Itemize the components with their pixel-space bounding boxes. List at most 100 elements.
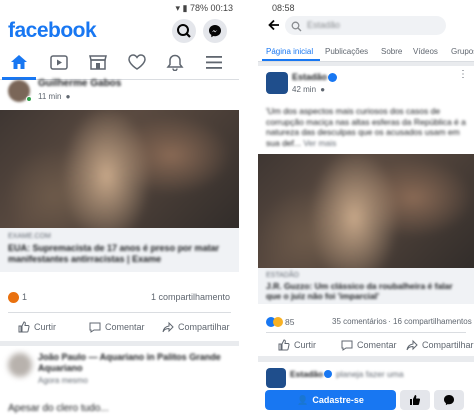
add-user-icon: 👤 [297, 394, 309, 405]
link-source: ESTADÃO [266, 272, 299, 279]
post2-page-name[interactable]: Estadão [290, 369, 323, 379]
battery-and-time: 78% 00:13 [189, 3, 233, 13]
search-field[interactable]: Estadão [285, 16, 446, 35]
link-title: EUA: Supremacista de 17 anos é preso por… [8, 243, 220, 264]
left-nav-bar [0, 46, 239, 80]
post-link-image[interactable] [258, 154, 474, 268]
verified-badge-icon [324, 370, 332, 378]
comment-button[interactable]: Comentar [89, 321, 145, 333]
tab-videos[interactable]: Vídeos [413, 47, 438, 56]
share-button[interactable]: Compartilhar [162, 321, 230, 333]
messenger-icon[interactable] [203, 19, 227, 43]
tab-home[interactable]: Página inicial [266, 47, 313, 56]
link-preview-box[interactable]: ESTADÃO J.R. Guzzo: Um clássico da rouba… [258, 268, 474, 304]
post2-author[interactable]: João Paulo — Aquariano in Palitos Grande… [38, 352, 228, 374]
comment-bubble-icon [89, 322, 101, 333]
right-phone-screen: 08:58 Estadão Página inicial Publicações… [258, 0, 474, 415]
post-link-image-blur [0, 110, 239, 228]
facebook-logo: facebook [8, 19, 97, 42]
left-phone-screen: ▾ ▮ 78% 00:13 facebook Guilherme Gabos 1… [0, 0, 239, 415]
right-search-header: Estadão [258, 16, 474, 37]
post-link-image[interactable] [0, 110, 239, 228]
tab-groups[interactable]: Grupos [451, 47, 474, 56]
page-avatar[interactable] [266, 368, 286, 388]
signup-button[interactable]: 👤 Cadastre-se [265, 390, 396, 410]
status-time: 08:58 [272, 3, 295, 13]
dating-heart-icon[interactable] [128, 54, 146, 75]
page-post: Estadão ⋮ 42 min ● 'Um dos aspectos mais… [258, 66, 474, 356]
share-count[interactable]: 1 compartilhamento [151, 292, 230, 302]
share-arrow-icon [406, 339, 418, 351]
wifi-icon: ▾ [175, 3, 180, 13]
notifications-bell-icon[interactable] [166, 54, 184, 76]
back-arrow-icon[interactable] [267, 18, 281, 37]
page-post-2: Estadão planeja fazer uma 👤 Cadastre-se [258, 362, 474, 415]
search-field-text: Estadão [307, 20, 341, 30]
search-field-icon [291, 19, 302, 37]
post-divider [266, 332, 466, 333]
more-options-icon[interactable]: ⋮ [458, 69, 468, 80]
signup-button-label: Cadastre-se [312, 395, 364, 405]
feed-post-2: João Paulo — Aquariano in Palitos Grande… [0, 346, 239, 415]
reaction-count[interactable]: 85 [285, 317, 294, 327]
left-status-right: ▾ ▮ 78% 00:13 [175, 3, 233, 14]
globe-icon: ● [65, 92, 71, 101]
like-button[interactable]: Curtir [18, 321, 56, 333]
post2-text: planeja fazer uma [336, 369, 404, 379]
left-status-bar: ▾ ▮ 78% 00:13 [0, 0, 239, 16]
post-author-name[interactable]: Guilherme Gabos [38, 78, 121, 89]
watch-icon[interactable] [50, 55, 68, 75]
facebook-header: facebook [0, 16, 239, 46]
link-title: J.R. Guzzo: Um clássico da roubalheira é… [266, 281, 453, 301]
angry-reaction-icon [8, 292, 19, 303]
shares-count[interactable]: 16 compartilhamentos [393, 317, 472, 326]
feed-post: Guilherme Gabos 11 min ● EXAME.COM EUA: … [0, 78, 239, 341]
tab-about[interactable]: Sobre [381, 47, 402, 56]
page-avatar[interactable] [266, 72, 288, 94]
post-text: 'Um dos aspectos mais curiosos dos casos… [266, 106, 470, 148]
signal-icon: ▮ [182, 3, 188, 13]
dot-separator: · [388, 317, 391, 326]
search-icon[interactable] [172, 19, 196, 43]
post2-author-avatar[interactable] [8, 353, 32, 377]
post2-subtitle: Agora mesmo [38, 376, 88, 385]
like-thumb-icon [278, 339, 290, 351]
post-time: 11 min ● [38, 92, 71, 101]
marketplace-icon[interactable] [89, 54, 107, 75]
page-name[interactable]: Estadão [292, 72, 327, 82]
haha-reaction-icon [273, 317, 283, 327]
like-label: Curtir [34, 322, 56, 332]
page-tabs: Página inicial Publicações Sobre Vídeos … [258, 37, 474, 62]
like-label: Curtir [294, 340, 316, 350]
link-preview-box[interactable]: EXAME.COM EUA: Supremacista de 17 anos é… [0, 228, 239, 272]
post-time-row: 42 min ● [292, 85, 325, 94]
menu-hamburger-icon[interactable] [206, 56, 222, 74]
link-source: EXAME.COM [8, 233, 51, 240]
reaction-count[interactable]: 1 [22, 292, 27, 302]
like-button[interactable]: Curtir [278, 339, 316, 351]
post-time-text: 11 min [38, 92, 62, 101]
comment-label: Comentar [105, 322, 145, 332]
like-thumb-icon [18, 321, 30, 333]
share-arrow-icon [162, 321, 174, 333]
post-link-image-blur [258, 154, 474, 268]
comment-label: Comentar [357, 340, 397, 350]
share-button[interactable]: Compartilhar [406, 339, 474, 351]
share-label: Compartilhar [178, 322, 230, 332]
page-post-time: 42 min [292, 85, 317, 94]
tab-posts[interactable]: Publicações [325, 47, 368, 56]
verified-badge-icon [328, 73, 337, 82]
like-page-button[interactable] [400, 390, 430, 410]
comments-count[interactable]: 35 comentários [332, 317, 387, 326]
globe-icon: ● [320, 85, 326, 94]
right-status-bar: 08:58 [258, 0, 474, 16]
see-more-link[interactable]: Ver mais [303, 138, 336, 148]
home-icon[interactable] [10, 54, 28, 75]
post2-body: Apesar do clero tudo... [8, 403, 109, 414]
post-divider [8, 312, 231, 313]
tab-home-underline [262, 59, 320, 61]
post-text-body: 'Um dos aspectos mais curiosos dos casos… [266, 106, 466, 148]
comment-button[interactable]: Comentar [341, 339, 397, 351]
comment-bubble-icon [341, 340, 353, 351]
message-page-button[interactable] [434, 390, 464, 410]
